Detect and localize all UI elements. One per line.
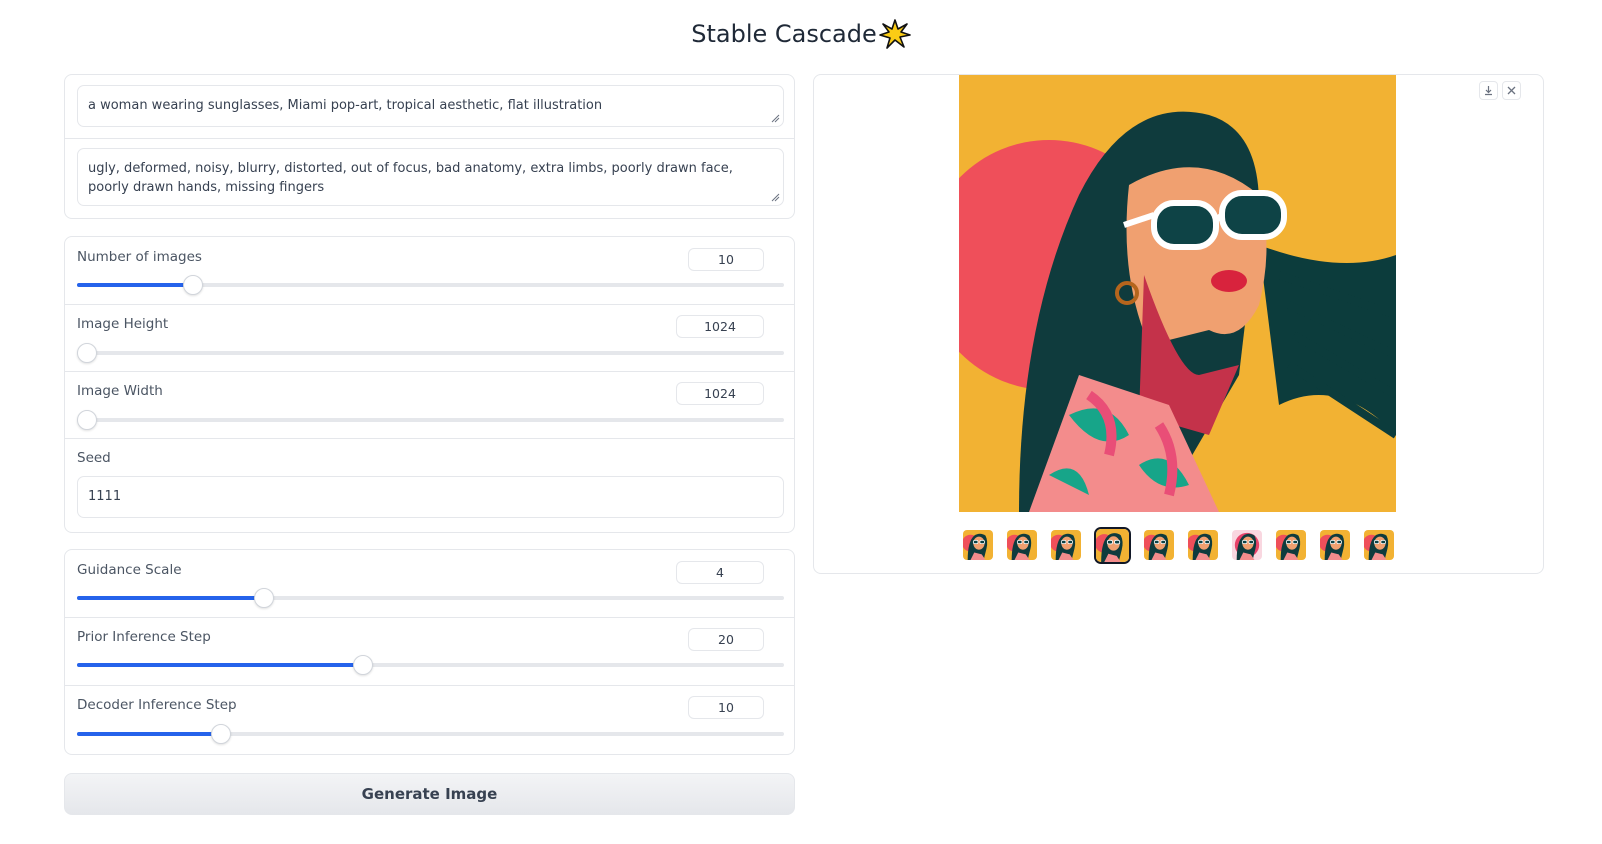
sparkle-star-icon <box>878 19 911 49</box>
download-icon <box>1485 86 1492 96</box>
decoder-steps-row: Decoder Inference Step 10 <box>65 685 794 756</box>
prior-steps-row: Prior Inference Step 20 <box>65 617 794 685</box>
slider-thumb[interactable] <box>353 655 373 675</box>
width-slider[interactable] <box>77 410 784 430</box>
thumbnail-art <box>963 530 993 560</box>
prompt-panel: a woman wearing sunglasses, Miami pop-ar… <box>64 74 795 219</box>
thumbnail-art <box>1364 530 1394 560</box>
output-gallery <box>813 74 1544 574</box>
slider-thumb[interactable] <box>211 724 231 744</box>
seed-label: Seed <box>77 450 111 466</box>
inference-settings-panel: Guidance Scale 4 Prior Inference Step 20… <box>64 549 795 755</box>
close-icon <box>1507 86 1516 95</box>
gallery-thumbnail[interactable] <box>1275 529 1307 561</box>
num-images-label: Number of images <box>77 249 202 265</box>
thumbnail-art <box>1096 529 1129 562</box>
slider-thumb[interactable] <box>254 588 274 608</box>
decoder-steps-input[interactable]: 10 <box>688 696 764 719</box>
slider-thumb[interactable] <box>77 343 97 363</box>
thumbnail-art <box>1051 530 1081 560</box>
guidance-input[interactable]: 4 <box>676 561 764 584</box>
width-row: Image Width 1024 <box>65 371 794 438</box>
width-label: Image Width <box>77 383 163 399</box>
prior-steps-label: Prior Inference Step <box>77 629 211 645</box>
generate-image-button[interactable]: Generate Image <box>64 773 795 815</box>
slider-fill <box>77 596 264 600</box>
height-label: Image Height <box>77 316 169 332</box>
decoder-steps-label: Decoder Inference Step <box>77 697 237 713</box>
slider-thumb[interactable] <box>183 275 203 295</box>
negative-prompt-textarea[interactable]: ugly, deformed, noisy, blurry, distorted… <box>77 148 784 206</box>
page-title: Stable Cascade <box>0 14 1602 54</box>
gallery-thumbnail[interactable] <box>1094 527 1131 564</box>
height-row: Image Height 1024 <box>65 304 794 371</box>
generated-image-art <box>959 75 1396 512</box>
download-button[interactable] <box>1479 81 1498 100</box>
image-settings-panel: Number of images 10 Image Height 1024 Im… <box>64 236 795 533</box>
gallery-thumbnail[interactable] <box>1363 529 1395 561</box>
num-images-input[interactable]: 10 <box>688 248 764 271</box>
num-images-slider[interactable] <box>77 275 784 295</box>
prompt-divider <box>65 138 794 139</box>
thumbnail-art <box>1007 530 1037 560</box>
slider-fill <box>77 732 221 736</box>
gallery-thumbnail[interactable] <box>1231 529 1263 561</box>
seed-input[interactable]: 1111 <box>77 476 784 518</box>
gallery-thumbnail[interactable] <box>962 529 994 561</box>
prompt-text: a woman wearing sunglasses, Miami pop-ar… <box>88 98 603 113</box>
height-slider[interactable] <box>77 343 784 363</box>
seed-row: Seed 1111 <box>65 438 794 534</box>
thumbnail-art <box>1320 530 1350 560</box>
generated-image[interactable] <box>959 75 1396 512</box>
slider-fill <box>77 663 363 667</box>
gallery-thumbnail[interactable] <box>1187 529 1219 561</box>
thumbnail-art <box>1144 530 1174 560</box>
slider-fill <box>77 283 193 287</box>
title-text: Stable Cascade <box>691 20 877 48</box>
width-input[interactable]: 1024 <box>676 382 764 405</box>
guidance-label: Guidance Scale <box>77 562 182 578</box>
slider-thumb[interactable] <box>77 410 97 430</box>
thumbnail-art <box>1188 530 1218 560</box>
close-button[interactable] <box>1502 81 1521 100</box>
resize-grip-icon[interactable] <box>771 114 780 123</box>
resize-grip-icon[interactable] <box>771 193 780 202</box>
prior-steps-slider[interactable] <box>77 655 784 675</box>
prior-steps-input[interactable]: 20 <box>688 628 764 651</box>
gallery-thumbnail[interactable] <box>1319 529 1351 561</box>
thumbnail-art <box>1232 530 1262 560</box>
negative-prompt-text: ugly, deformed, noisy, blurry, distorted… <box>88 161 733 195</box>
thumbnail-art <box>1276 530 1306 560</box>
decoder-steps-slider[interactable] <box>77 724 784 744</box>
prompt-textarea[interactable]: a woman wearing sunglasses, Miami pop-ar… <box>77 85 784 127</box>
thumbnail-strip <box>962 527 1395 564</box>
height-input[interactable]: 1024 <box>676 315 764 338</box>
gallery-thumbnail[interactable] <box>1006 529 1038 561</box>
gallery-thumbnail[interactable] <box>1143 529 1175 561</box>
guidance-row: Guidance Scale 4 <box>65 550 794 617</box>
guidance-slider[interactable] <box>77 588 784 608</box>
num-images-row: Number of images 10 <box>65 237 794 304</box>
gallery-thumbnail[interactable] <box>1050 529 1082 561</box>
